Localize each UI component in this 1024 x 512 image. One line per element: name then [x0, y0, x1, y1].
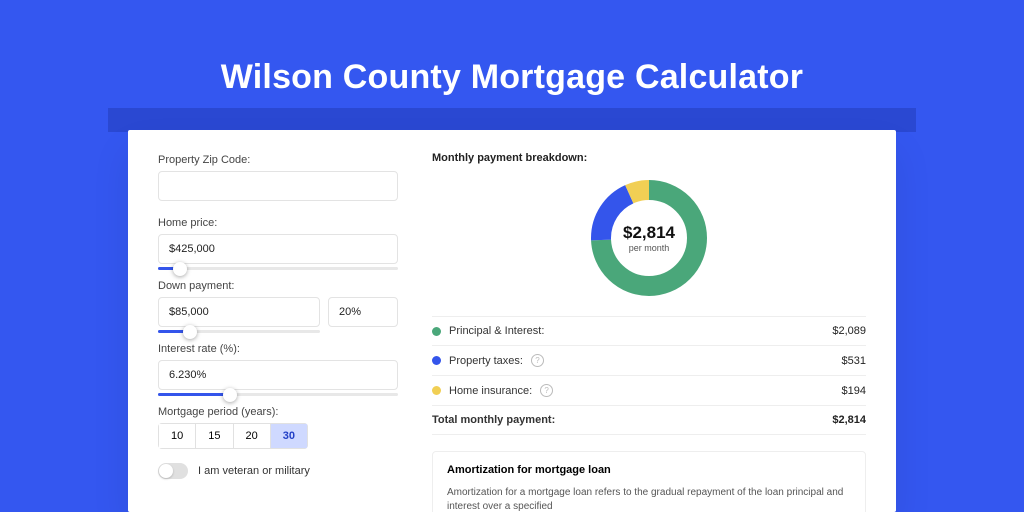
toggle-knob	[159, 464, 173, 478]
breakdown-item: Principal & Interest: $2,089	[432, 317, 866, 346]
accent-band	[108, 108, 916, 132]
breakdown-item-label: Principal & Interest:	[449, 325, 544, 337]
price-input[interactable]	[158, 234, 398, 264]
price-slider-track[interactable]	[158, 267, 398, 270]
rate-input[interactable]	[158, 360, 398, 390]
zip-label: Property Zip Code:	[158, 154, 398, 166]
period-group: 10152030	[158, 423, 308, 449]
period-option-20[interactable]: 20	[233, 423, 270, 449]
veteran-toggle[interactable]	[158, 463, 188, 479]
zip-input[interactable]	[158, 171, 398, 201]
info-icon[interactable]: ?	[531, 354, 544, 367]
breakdown-donut: $2,814 per month	[589, 178, 709, 298]
legend-dot	[432, 327, 441, 336]
page-title: Wilson County Mortgage Calculator	[0, 0, 1024, 123]
breakdown-item-label: Property taxes:	[449, 355, 523, 367]
breakdown-item-value: $2,089	[832, 325, 866, 337]
form-column: Property Zip Code: Home price: Down paym…	[158, 152, 398, 490]
calculator-card: Property Zip Code: Home price: Down paym…	[128, 130, 896, 512]
breakdown-total: Total monthly payment: $2,814	[432, 406, 866, 435]
amortization-title: Amortization for mortgage loan	[447, 464, 851, 476]
breakdown-title: Monthly payment breakdown:	[432, 152, 866, 164]
rate-label: Interest rate (%):	[158, 343, 398, 355]
breakdown-item: Home insurance:? $194	[432, 376, 866, 406]
legend-dot	[432, 356, 441, 365]
rate-slider-fill	[158, 393, 230, 396]
period-option-15[interactable]: 15	[195, 423, 232, 449]
price-label: Home price:	[158, 217, 398, 229]
donut-center-sub: per month	[629, 243, 670, 253]
breakdown-item-value: $531	[842, 355, 866, 367]
breakdown-item-value: $194	[842, 385, 866, 397]
breakdown-item: Property taxes:? $531	[432, 346, 866, 376]
breakdown-item-label: Home insurance:	[449, 385, 532, 397]
period-option-10[interactable]: 10	[158, 423, 195, 449]
down-percent-input[interactable]	[328, 297, 398, 327]
amortization-text: Amortization for a mortgage loan refers …	[447, 486, 851, 512]
price-slider-thumb[interactable]	[173, 262, 187, 276]
breakdown-list: Principal & Interest: $2,089 Property taxe…	[432, 316, 866, 435]
down-slider-thumb[interactable]	[183, 325, 197, 339]
legend-dot	[432, 386, 441, 395]
rate-slider-thumb[interactable]	[223, 388, 237, 402]
period-label: Mortgage period (years):	[158, 406, 398, 418]
info-icon[interactable]: ?	[540, 384, 553, 397]
period-option-30[interactable]: 30	[270, 423, 308, 449]
breakdown-total-value: $2,814	[832, 414, 866, 426]
down-amount-input[interactable]	[158, 297, 320, 327]
donut-center-value: $2,814	[623, 223, 675, 243]
breakdown-column: Monthly payment breakdown: $2,814 per mo…	[432, 152, 866, 490]
down-label: Down payment:	[158, 280, 398, 292]
breakdown-total-label: Total monthly payment:	[432, 414, 555, 426]
veteran-label: I am veteran or military	[198, 465, 310, 477]
amortization-card: Amortization for mortgage loan Amortizat…	[432, 451, 866, 512]
